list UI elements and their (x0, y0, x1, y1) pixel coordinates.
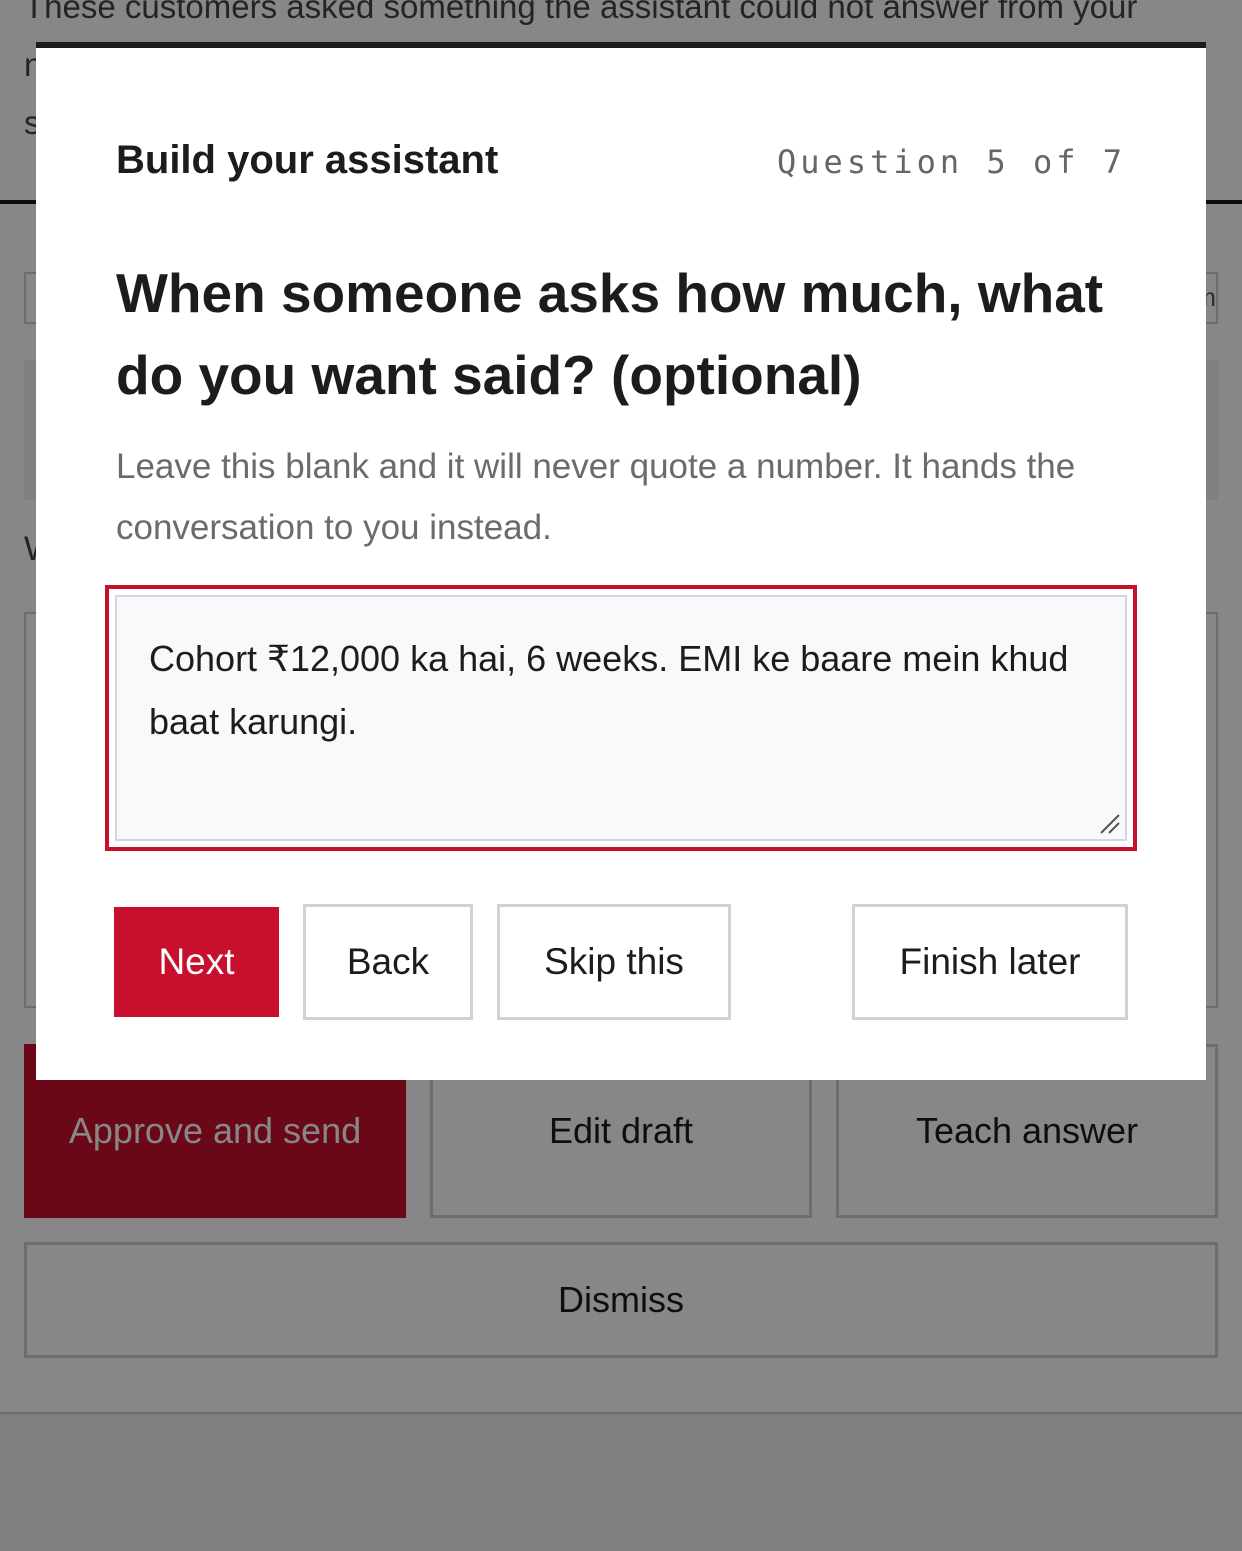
skip-button[interactable]: Skip this (497, 904, 731, 1020)
finish-later-button[interactable]: Finish later (852, 904, 1128, 1020)
question-heading: When someone asks how much, what do you … (116, 262, 1104, 406)
dialog-header: Build your assistant Question 5 of 7 (116, 138, 1126, 183)
back-button[interactable]: Back (303, 904, 473, 1020)
next-button[interactable]: Next (114, 907, 279, 1017)
step-counter: Question 5 of 7 (777, 143, 1126, 181)
dialog-title: Build your assistant (116, 138, 499, 182)
answer-field-focus-ring: Cohort ₹12,000 ka hai, 6 weeks. EMI ke b… (105, 585, 1137, 851)
resize-grip-icon[interactable] (1097, 811, 1121, 835)
setup-wizard-dialog: Build your assistant Question 5 of 7 Whe… (36, 42, 1206, 1080)
question-help-text: Leave this blank and it will never quote… (116, 447, 1076, 547)
dialog-actions: Next Back Skip this Finish later (114, 904, 1128, 1020)
price-answer-textarea[interactable]: Cohort ₹12,000 ka hai, 6 weeks. EMI ke b… (115, 595, 1127, 841)
